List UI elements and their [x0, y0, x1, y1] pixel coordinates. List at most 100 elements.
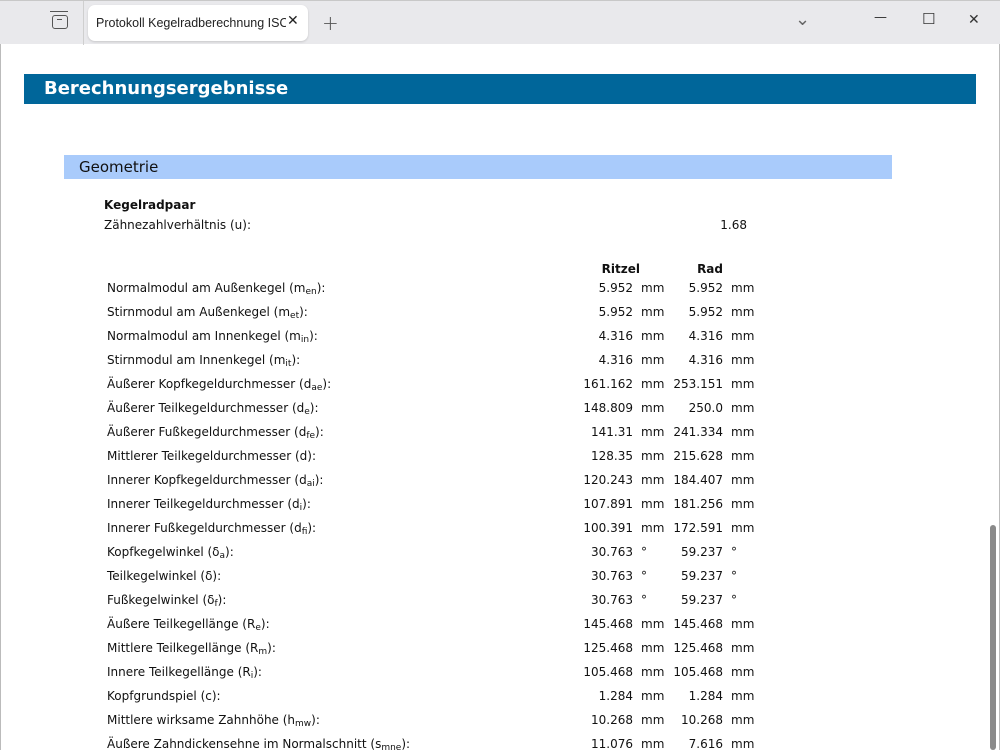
wheel-unit: mm: [731, 473, 754, 487]
label-suffix: ):: [218, 593, 227, 607]
label-text: Stirnmodul am Innenkegel (m: [107, 353, 285, 367]
label-suffix: ):: [302, 497, 311, 511]
wheel-value: 4.316: [633, 353, 723, 367]
row-label: Stirnmodul am Innenkegel (mit):: [107, 353, 300, 369]
row-label: Äußerer Kopfkegeldurchmesser (dae):: [107, 377, 331, 393]
wheel-unit: °: [731, 593, 737, 607]
row-label: Kopfkegelwinkel (δa):: [107, 545, 234, 561]
pinion-value: 30.763: [543, 593, 633, 607]
tab-title: Protokoll Kegelradberechnung ISO 23509: [96, 16, 286, 30]
label-suffix: ):: [291, 353, 300, 367]
row-label: Mittlere Teilkegellänge (Rm):: [107, 641, 276, 657]
close-window-button[interactable]: ✕: [968, 12, 980, 28]
label-subscript: ai: [307, 479, 315, 489]
pinion-value: 1.284: [543, 689, 633, 703]
label-text: Normalmodul am Innenkegel (m: [107, 329, 301, 343]
label-subscript: mne: [381, 743, 401, 753]
wheel-value: 5.952: [633, 305, 723, 319]
label-text: Teilkegelwinkel (δ):: [107, 569, 221, 583]
page-title: Berechnungsergebnisse: [24, 74, 976, 104]
row-label: Innerer Kopfkegeldurchmesser (dai):: [107, 473, 323, 489]
wheel-value: 253.151: [633, 377, 723, 391]
wheel-value: 250.0: [633, 401, 723, 415]
maximize-button[interactable]: ☐: [922, 10, 935, 28]
label-subscript: m: [258, 647, 267, 657]
row-label: Äußerer Teilkegeldurchmesser (de):: [107, 401, 319, 417]
wheel-value: 241.334: [633, 425, 723, 439]
label-subscript: et: [290, 311, 299, 321]
minimize-button[interactable]: —: [874, 10, 887, 25]
row-label: Äußerer Fußkegeldurchmesser (dfe):: [107, 425, 324, 441]
wheel-value: 4.316: [633, 329, 723, 343]
label-text: Stirnmodul am Außenkegel (m: [107, 305, 290, 319]
pinion-value: 30.763: [543, 569, 633, 583]
row-label: Mittlere wirksame Zahnhöhe (hmw):: [107, 713, 320, 729]
pinion-value: 100.391: [543, 521, 633, 535]
wheel-unit: mm: [731, 305, 754, 319]
row-label: Fußkegelwinkel (δf):: [107, 593, 226, 609]
label-suffix: ):: [315, 425, 324, 439]
label-suffix: ):: [307, 521, 316, 535]
label-suffix: ):: [309, 329, 318, 343]
wheel-value: 181.256: [633, 497, 723, 511]
wheel-value: 1.284: [633, 689, 723, 703]
section-heading: Geometrie: [64, 155, 892, 179]
row-label: Normalmodul am Außenkegel (men):: [107, 281, 325, 297]
label-suffix: ):: [261, 617, 270, 631]
scrollbar[interactable]: [990, 525, 996, 750]
new-tab-button[interactable]: +: [322, 11, 339, 35]
pinion-value: 161.162: [543, 377, 633, 391]
label-text: Äußerer Teilkegeldurchmesser (d: [107, 401, 304, 415]
pinion-value: 10.268: [543, 713, 633, 727]
wheel-unit: mm: [731, 521, 754, 535]
wheel-unit: mm: [731, 425, 754, 439]
wheel-unit: mm: [731, 401, 754, 415]
label-subscript: in: [301, 335, 309, 345]
row-label: Kopfgrundspiel (c):: [107, 689, 221, 705]
label-suffix: ):: [310, 401, 319, 415]
wheel-unit: mm: [731, 353, 754, 367]
wheel-unit: mm: [731, 449, 754, 463]
tab-active[interactable]: Protokoll Kegelradberechnung ISO 23509 ✕: [88, 5, 308, 41]
label-suffix: ):: [315, 473, 324, 487]
wheel-unit: mm: [731, 617, 754, 631]
wheel-unit: mm: [731, 713, 754, 727]
label-text: Innerer Teilkegeldurchmesser (d: [107, 497, 300, 511]
browser-titlebar: Protokoll Kegelradberechnung ISO 23509 ✕…: [0, 0, 1000, 44]
pinion-value: 105.468: [543, 665, 633, 679]
pinion-value: 148.809: [543, 401, 633, 415]
wheel-value: 184.407: [633, 473, 723, 487]
pinion-value: 145.468: [543, 617, 633, 631]
divider: [83, 1, 84, 45]
pinion-value: 125.468: [543, 641, 633, 655]
wheel-value: 59.237: [633, 593, 723, 607]
row-label: Äußere Teilkegellänge (Re):: [107, 617, 270, 633]
pinion-value: 30.763: [543, 545, 633, 559]
row-label: Mittlerer Teilkegeldurchmesser (d):: [107, 449, 316, 465]
pinion-value: 4.316: [543, 353, 633, 367]
label-text: Innerer Kopfkegeldurchmesser (d: [107, 473, 307, 487]
label-subscript: ae: [311, 383, 322, 393]
wheel-value: 145.468: [633, 617, 723, 631]
row-label: Innere Teilkegellänge (Ri):: [107, 665, 262, 681]
label-suffix: ):: [317, 281, 326, 295]
label-text: Innere Teilkegellänge (R: [107, 665, 251, 679]
wheel-unit: mm: [731, 497, 754, 511]
pinion-value: 5.952: [543, 305, 633, 319]
label-text: Kopfkegelwinkel (δ: [107, 545, 220, 559]
label-text: Mittlere Teilkegellänge (R: [107, 641, 258, 655]
tab-actions-icon[interactable]: [52, 15, 68, 29]
tab-close-icon[interactable]: ✕: [287, 13, 299, 29]
tab-list-chevron-down-icon[interactable]: ⌄: [795, 9, 810, 30]
label-text: Äußerer Fußkegeldurchmesser (d: [107, 425, 306, 439]
label-text: Äußere Zahndickensehne im Normalschnitt …: [107, 737, 381, 751]
wheel-unit: mm: [731, 665, 754, 679]
label-suffix: ):: [253, 665, 262, 679]
label-subscript: en: [305, 287, 316, 297]
wheel-value: 59.237: [633, 545, 723, 559]
label-suffix: ):: [299, 305, 308, 319]
wheel-unit: mm: [731, 329, 754, 343]
label-suffix: ):: [322, 377, 331, 391]
wheel-value: 7.616: [633, 737, 723, 751]
pinion-value: 107.891: [543, 497, 633, 511]
